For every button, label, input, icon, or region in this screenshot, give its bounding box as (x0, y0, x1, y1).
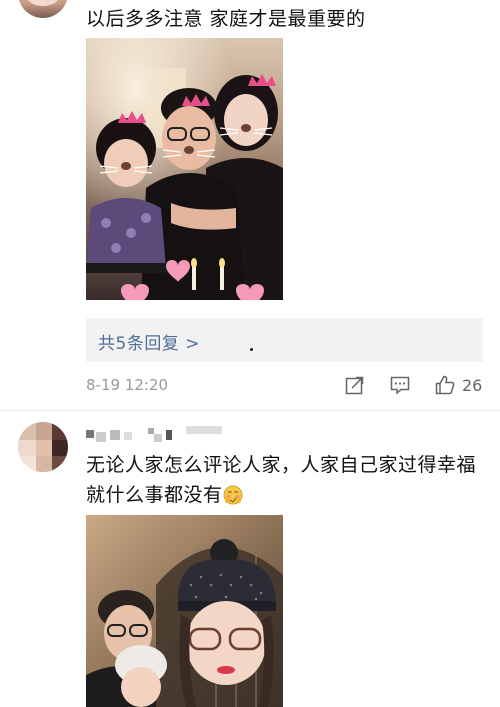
stray-dot (250, 348, 253, 351)
comment-text: 无论人家怎么评论人家，人家自己家过得幸福就什么事都没有 (86, 450, 486, 510)
commenter-avatar[interactable] (18, 0, 68, 18)
view-replies-link[interactable]: 共5条回复 > (98, 329, 200, 354)
family-photo-illustration (86, 38, 283, 300)
selfie-photo-illustration (86, 515, 283, 707)
pixelated-username-image (86, 426, 222, 442)
comment-photo[interactable] (86, 38, 283, 300)
repost-icon (345, 376, 364, 395)
comment-divider (0, 410, 500, 411)
username-pixelated[interactable] (86, 426, 226, 444)
comment-button[interactable] (389, 372, 411, 398)
pixelated-avatar-image (18, 422, 68, 472)
comment-photo[interactable] (86, 515, 283, 707)
comment-text: 以后多多注意 家庭才是最重要的 (86, 8, 366, 30)
comment-text-body: 无论人家怎么评论人家，人家自己家过得幸福就什么事都没有 (86, 454, 477, 506)
comment-timestamp: 8-19 12:20 (86, 376, 169, 394)
comment-icon (390, 376, 410, 395)
thumbs-up-icon (435, 375, 455, 395)
view-replies-box[interactable]: 共5条回复 > (86, 318, 483, 362)
comment-feed: 以后多多注意 家庭才是最重要的 共5条回复 > 8-19 12:20 26 无论… (0, 0, 500, 707)
like-count: 26 (462, 375, 483, 395)
repost-button[interactable] (344, 372, 366, 398)
commenter-avatar[interactable] (18, 422, 68, 472)
like-button[interactable]: 26 (434, 372, 482, 398)
blushing-face-emoji-icon (223, 485, 243, 505)
